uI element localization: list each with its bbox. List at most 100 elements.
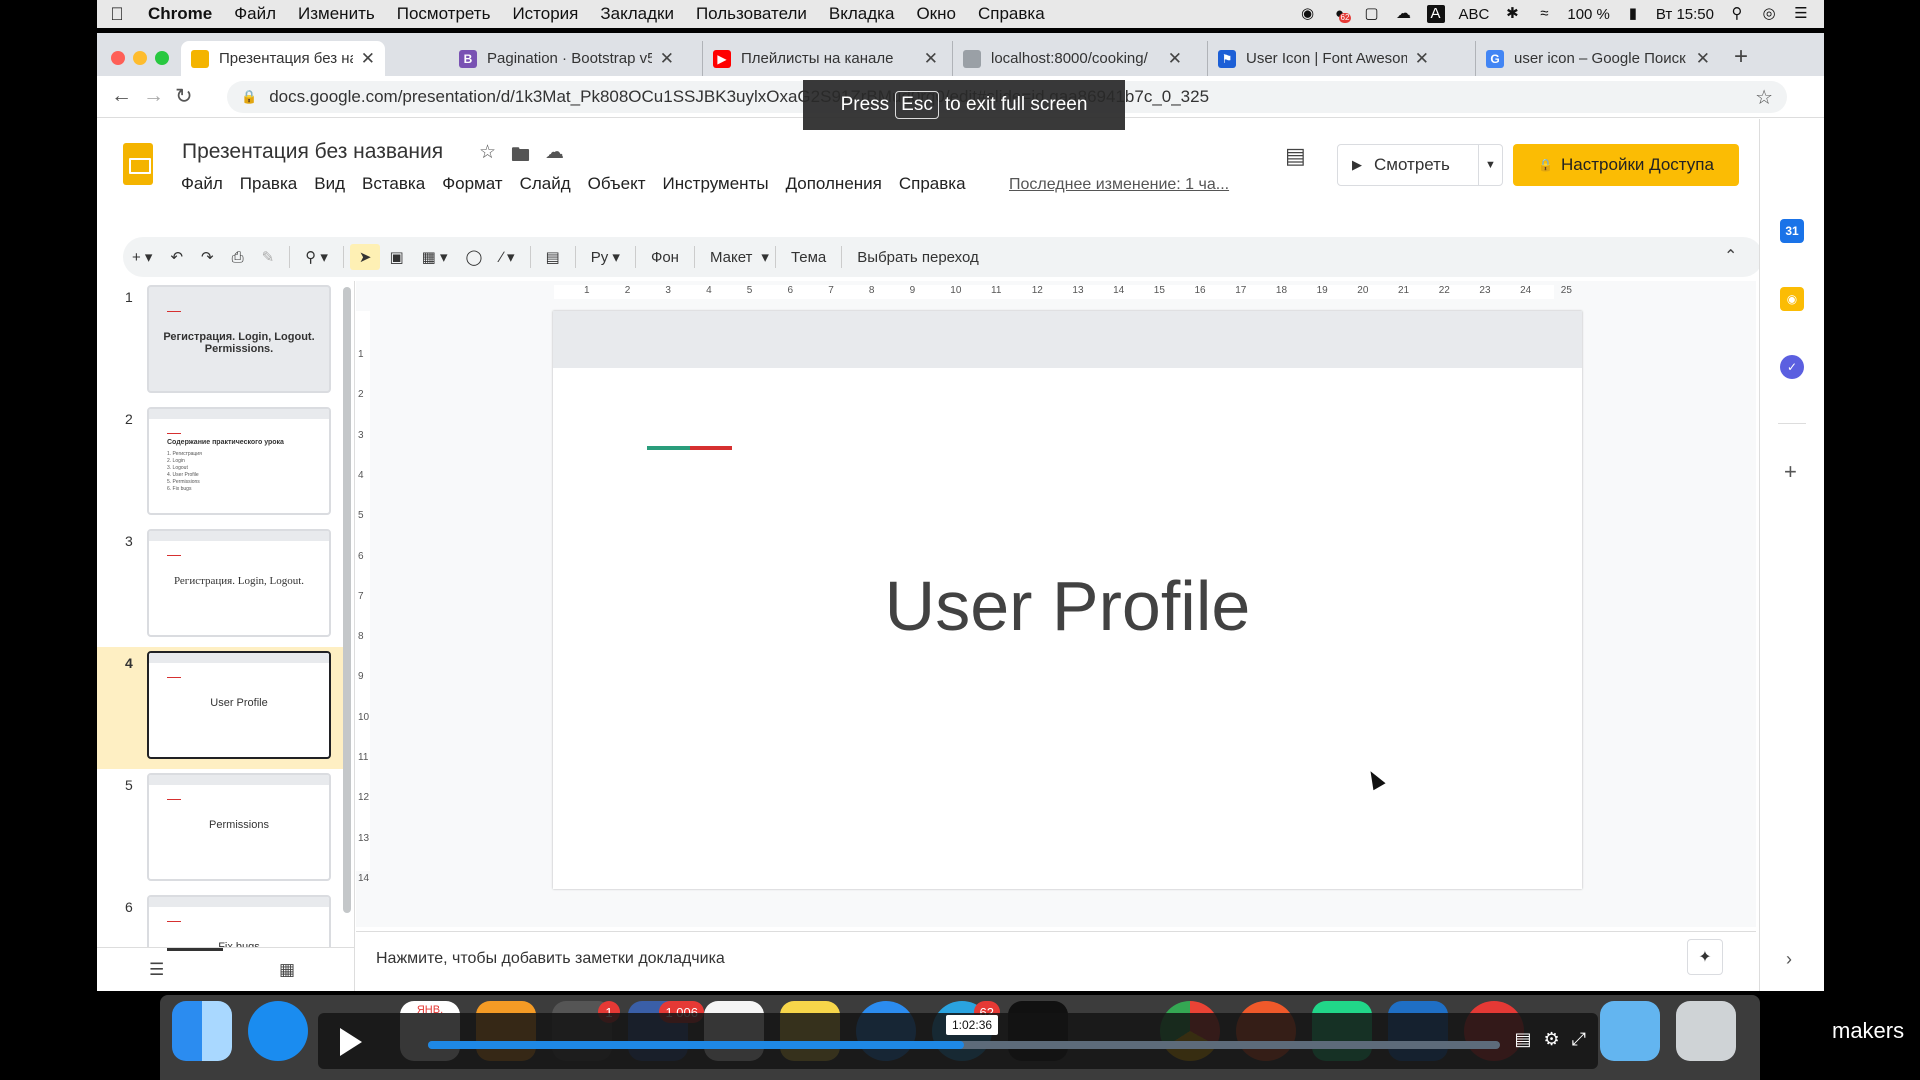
keep-icon[interactable]: ◉ xyxy=(1780,287,1804,311)
lock-icon[interactable]: 🔒 xyxy=(241,89,257,105)
siri-icon[interactable]: ◎ xyxy=(1760,5,1778,23)
line-icon[interactable]: ∕ ▾ xyxy=(491,248,523,266)
add-comment-icon[interactable]: ▤ xyxy=(537,248,569,266)
speaker-notes[interactable]: Нажмите, чтобы добавить заметки докладчи… xyxy=(356,931,1756,991)
menubar-item-bookmarks[interactable]: Закладки xyxy=(589,4,685,24)
undo-icon[interactable]: ↶ xyxy=(161,248,192,266)
cloud-saved-icon[interactable]: ☁ xyxy=(545,141,564,164)
background-button[interactable]: Фон xyxy=(642,249,688,266)
tab-youtube[interactable]: ▶ Плейлисты на канале ✕ xyxy=(702,41,948,76)
new-tab-icon[interactable]: + xyxy=(1734,43,1748,71)
clock[interactable]: Вт 15:50 xyxy=(1656,6,1714,23)
menubar-item-view[interactable]: Посмотреть xyxy=(386,4,502,24)
menu-tools[interactable]: Инструменты xyxy=(663,174,769,194)
tasks-icon[interactable]: ✓ xyxy=(1780,355,1804,379)
slide-thumbnail[interactable]: Регистрация. Login, Logout. xyxy=(147,529,331,637)
print-icon[interactable]: ⎙ xyxy=(223,249,253,266)
collapse-toolbar-icon[interactable]: ⌃ xyxy=(1724,246,1737,266)
close-tab-icon[interactable]: ✕ xyxy=(660,49,674,69)
thumbnail-row[interactable]: 1 Регистрация. Login, Logout. Permission… xyxy=(97,281,343,403)
record-icon[interactable]: ◉ xyxy=(1299,5,1317,23)
menu-format[interactable]: Формат xyxy=(442,174,502,194)
insert-image-icon[interactable]: ▦ ▾ xyxy=(413,248,457,266)
input-source[interactable]: ABC xyxy=(1459,6,1490,23)
app-store-icon[interactable] xyxy=(248,1001,308,1061)
battery-percent[interactable]: 100 % xyxy=(1567,6,1610,23)
thumbnail-row-current[interactable]: 4 User Profile xyxy=(97,647,343,769)
slide-thumbnail[interactable]: Permissions xyxy=(147,773,331,881)
spotlight-search-icon[interactable]: ⚲ xyxy=(1728,5,1746,23)
close-tab-icon[interactable]: ✕ xyxy=(924,49,938,69)
menu-addons[interactable]: Дополнения xyxy=(786,174,882,194)
menubar-item-window[interactable]: Окно xyxy=(905,4,967,24)
video-progress-track[interactable] xyxy=(428,1041,1500,1049)
layout-button[interactable]: Макет xyxy=(701,249,761,266)
reload-icon[interactable]: ↻ xyxy=(175,84,193,109)
bookmark-star-icon[interactable]: ☆ xyxy=(1755,85,1773,110)
close-tab-icon[interactable]: ✕ xyxy=(1696,49,1710,69)
present-button[interactable]: ▶ Смотреть ▼ xyxy=(1337,144,1503,186)
select-tool-icon[interactable]: ➤ xyxy=(349,244,381,270)
thumbnail-row[interactable]: 3 Регистрация. Login, Logout. xyxy=(97,525,343,647)
menu-slide[interactable]: Слайд xyxy=(520,174,571,194)
get-addons-icon[interactable]: + xyxy=(1784,459,1797,485)
comments-icon[interactable]: ▤ xyxy=(1285,143,1306,169)
downloads-folder-icon[interactable] xyxy=(1600,1001,1660,1061)
explore-icon[interactable]: ✦ xyxy=(1687,939,1723,975)
wifi-icon[interactable]: ≈ xyxy=(1535,5,1553,23)
play-icon[interactable] xyxy=(340,1028,362,1056)
tab-font-awesome[interactable]: ⚑ User Icon | Font Awesome ✕ xyxy=(1207,41,1439,76)
hide-side-panel-icon[interactable]: › xyxy=(1786,949,1792,970)
close-tab-icon[interactable]: ✕ xyxy=(1415,49,1429,69)
speaker-notes-placeholder[interactable]: Нажмите, чтобы добавить заметки докладчи… xyxy=(376,950,725,968)
notifications-icon[interactable]: ●62 xyxy=(1331,5,1352,23)
horizontal-ruler[interactable]: 1 2 3 4 5 6 7 8 9 10 11 12 13 14 15 16 17 18 19 20 21 22 23 24 2… xyxy=(554,285,1572,299)
keyboard-a-icon[interactable]: A xyxy=(1426,5,1445,23)
menubar-app-name[interactable]: Chrome xyxy=(137,4,223,24)
vertical-ruler[interactable]: 1 2 3 4 5 6 7 8 9 10 11 12 13 14 xyxy=(356,311,370,884)
close-window-button[interactable] xyxy=(111,51,125,65)
minimize-window-button[interactable] xyxy=(133,51,147,65)
menubar-item-help[interactable]: Справка xyxy=(967,4,1056,24)
grid-view-icon[interactable]: ▦ xyxy=(279,960,295,980)
zoom-icon[interactable]: ⚲ ▾ xyxy=(296,248,337,266)
control-center-icon[interactable]: ☰ xyxy=(1792,5,1810,23)
menubar-item-history[interactable]: История xyxy=(501,4,589,24)
paint-format-icon[interactable]: ✎ xyxy=(253,248,284,266)
shape-icon[interactable]: ◯ xyxy=(457,248,492,266)
tab-localhost[interactable]: localhost:8000/cooking/ ✕ xyxy=(952,41,1192,76)
slides-logo-icon[interactable] xyxy=(123,143,153,185)
theme-button[interactable]: Тема xyxy=(782,249,835,266)
last-edit-link[interactable]: Последнее изменение: 1 ча... xyxy=(1009,176,1229,194)
bluetooth-icon[interactable]: ✱ xyxy=(1503,5,1521,23)
menubar-item-file[interactable]: Файл xyxy=(223,4,287,24)
slide-title[interactable]: User Profile xyxy=(553,566,1582,646)
forward-icon[interactable]: → xyxy=(143,84,164,108)
window-icon[interactable]: ▢ xyxy=(1363,5,1381,23)
transition-button[interactable]: Выбрать переход xyxy=(848,249,988,266)
text-box-icon[interactable]: ▣ xyxy=(380,248,412,266)
star-icon[interactable]: ☆ xyxy=(479,141,496,164)
input-tools-icon[interactable]: Ру ▾ xyxy=(582,248,629,266)
menu-help[interactable]: Справка xyxy=(899,174,966,194)
present-dropdown-icon[interactable]: ▼ xyxy=(1478,145,1502,185)
slide-thumbnail[interactable]: Регистрация. Login, Logout. Permissions. xyxy=(147,285,331,393)
tab-bootstrap[interactable]: B Pagination · Bootstrap v5. ✕ xyxy=(449,41,684,76)
menubar-item-users[interactable]: Пользователи xyxy=(685,4,818,24)
menu-view[interactable]: Вид xyxy=(314,174,345,194)
redo-icon[interactable]: ↷ xyxy=(192,248,223,266)
filmstrip-scrollbar[interactable] xyxy=(343,287,351,913)
back-icon[interactable]: ← xyxy=(111,84,132,108)
tab-slides[interactable]: Презентация без назван ✕ xyxy=(181,41,385,76)
document-title[interactable]: Презентация без названия xyxy=(182,140,443,164)
menu-insert[interactable]: Вставка xyxy=(362,174,425,194)
zoom-window-button[interactable] xyxy=(155,51,169,65)
thumbnail-row[interactable]: 5 Permissions xyxy=(97,769,343,891)
calendar-icon[interactable]: 31 xyxy=(1780,219,1804,243)
menu-object[interactable]: Объект xyxy=(588,174,646,194)
thumbnail-row[interactable]: 2 Содержание практического урока 1. Реги… xyxy=(97,403,343,525)
trash-icon[interactable] xyxy=(1676,1001,1736,1061)
share-button[interactable]: 🔒 Настройки Доступа xyxy=(1513,144,1739,186)
menubar-item-tab[interactable]: Вкладка xyxy=(818,4,906,24)
slide-thumbnail[interactable]: Содержание практического урока 1. Регист… xyxy=(147,407,331,515)
